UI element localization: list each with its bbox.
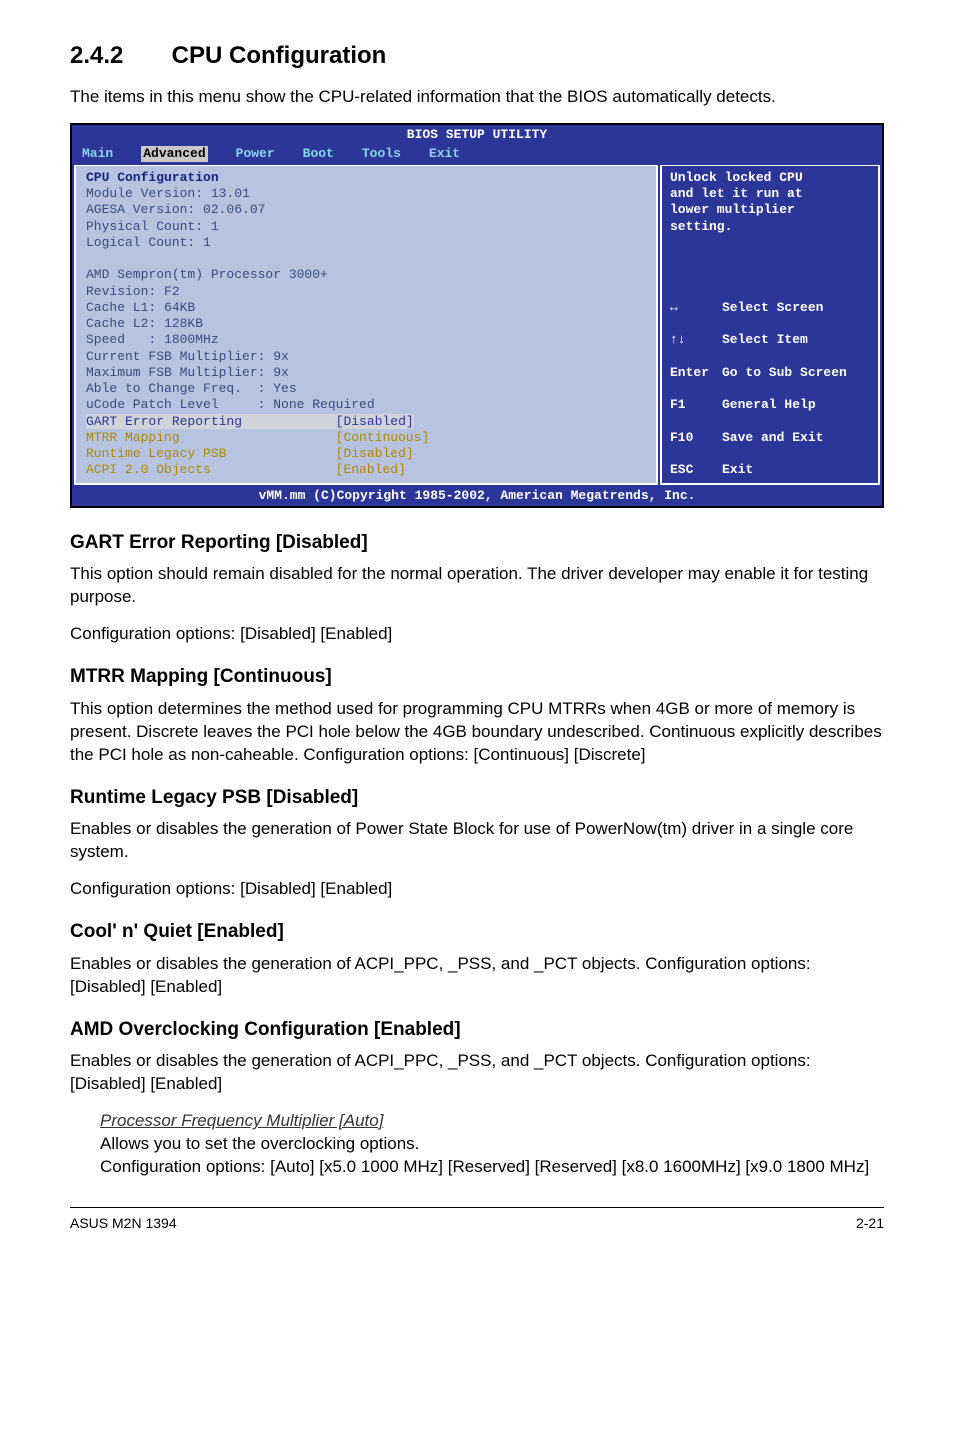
info-line: Able to Change Freq. : Yes [86,381,297,396]
info-line: Logical Count: 1 [86,235,211,250]
bios-title: BIOS SETUP UTILITY [72,125,882,145]
tab-tools[interactable]: Tools [362,146,401,162]
key-save-exit: F10Save and Exit [670,430,870,446]
cpu-config-header: CPU Configuration [86,170,219,185]
tab-boot[interactable]: Boot [303,146,334,162]
info-line: uCode Patch Level : None Required [86,397,375,412]
tab-advanced[interactable]: Advanced [141,146,207,162]
page-footer: ASUS M2N 1394 2-21 [70,1214,884,1233]
opt-gart[interactable]: GART Error Reporting [Disabled] [86,414,414,429]
key-exit: ESCExit [670,462,870,478]
opt-mtrr[interactable]: MTRR Mapping [Continuous] [86,430,429,445]
cool-heading: Cool' n' Quiet [Enabled] [70,919,884,945]
footer-rule [70,1207,884,1208]
bios-footer: vMM.mm (C)Copyright 1985-2002, American … [72,487,882,506]
footer-right: 2-21 [856,1214,884,1233]
key-sub-screen: EnterGo to Sub Screen [670,365,870,381]
section-heading: 2.4.2 CPU Configuration [70,40,884,72]
amd-heading: AMD Overclocking Configuration [Enabled] [70,1017,884,1043]
section-number: 2.4.2 [70,40,165,72]
tab-power[interactable]: Power [236,146,275,162]
tab-main[interactable]: Main [82,146,113,162]
info-line: Maximum FSB Multiplier: 9x [86,365,289,380]
proc-freq-p2: Configuration options: [Auto] [x5.0 1000… [100,1156,884,1179]
info-line: Cache L2: 128KB [86,316,203,331]
mtrr-heading: MTRR Mapping [Continuous] [70,664,884,690]
bios-left-panel: CPU Configuration Module Version: 13.01 … [74,165,658,485]
key-general-help: F1General Help [670,397,870,413]
info-line: Revision: F2 [86,284,180,299]
runtime-heading: Runtime Legacy PSB [Disabled] [70,785,884,811]
info-line: Module Version: 13.01 [86,186,250,201]
gart-heading: GART Error Reporting [Disabled] [70,530,884,556]
intro-paragraph: The items in this menu show the CPU-rela… [70,86,884,109]
tab-exit[interactable]: Exit [429,146,460,162]
runtime-p1: Enables or disables the generation of Po… [70,818,884,864]
opt-acpi[interactable]: ACPI 2.0 Objects [Enabled] [86,462,406,477]
proc-freq-heading: Processor Frequency Multiplier [Auto] [100,1110,884,1133]
info-line: Current FSB Multiplier: 9x [86,349,289,364]
info-line: Speed : 1800MHz [86,332,219,347]
gart-p1: This option should remain disabled for t… [70,563,884,609]
bios-right-panel: Unlock locked CPU and let it run at lowe… [660,165,880,485]
section-title: CPU Configuration [172,42,387,69]
cool-p1: Enables or disables the generation of AC… [70,953,884,999]
mtrr-p1: This option determines the method used f… [70,698,884,767]
key-select-item: ↑↓Select Item [670,332,870,348]
footer-left: ASUS M2N 1394 [70,1214,177,1233]
info-line: AGESA Version: 02.06.07 [86,202,265,217]
opt-runtime[interactable]: Runtime Legacy PSB [Disabled] [86,446,414,461]
info-line: Physical Count: 1 [86,219,219,234]
info-line: Cache L1: 64KB [86,300,195,315]
key-select-screen: ↔Select Screen [670,300,870,316]
bios-menu: Main Advanced Power Boot Tools Exit [72,146,882,165]
proc-freq-p1: Allows you to set the overclocking optio… [100,1133,884,1156]
bios-help-text: Unlock locked CPU and let it run at lowe… [670,170,803,234]
bios-panel: BIOS SETUP UTILITY Main Advanced Power B… [70,123,884,508]
runtime-p2: Configuration options: [Disabled] [Enabl… [70,878,884,901]
info-line: AMD Sempron(tm) Processor 3000+ [86,267,328,282]
gart-p2: Configuration options: [Disabled] [Enabl… [70,623,884,646]
amd-p1: Enables or disables the generation of AC… [70,1050,884,1096]
